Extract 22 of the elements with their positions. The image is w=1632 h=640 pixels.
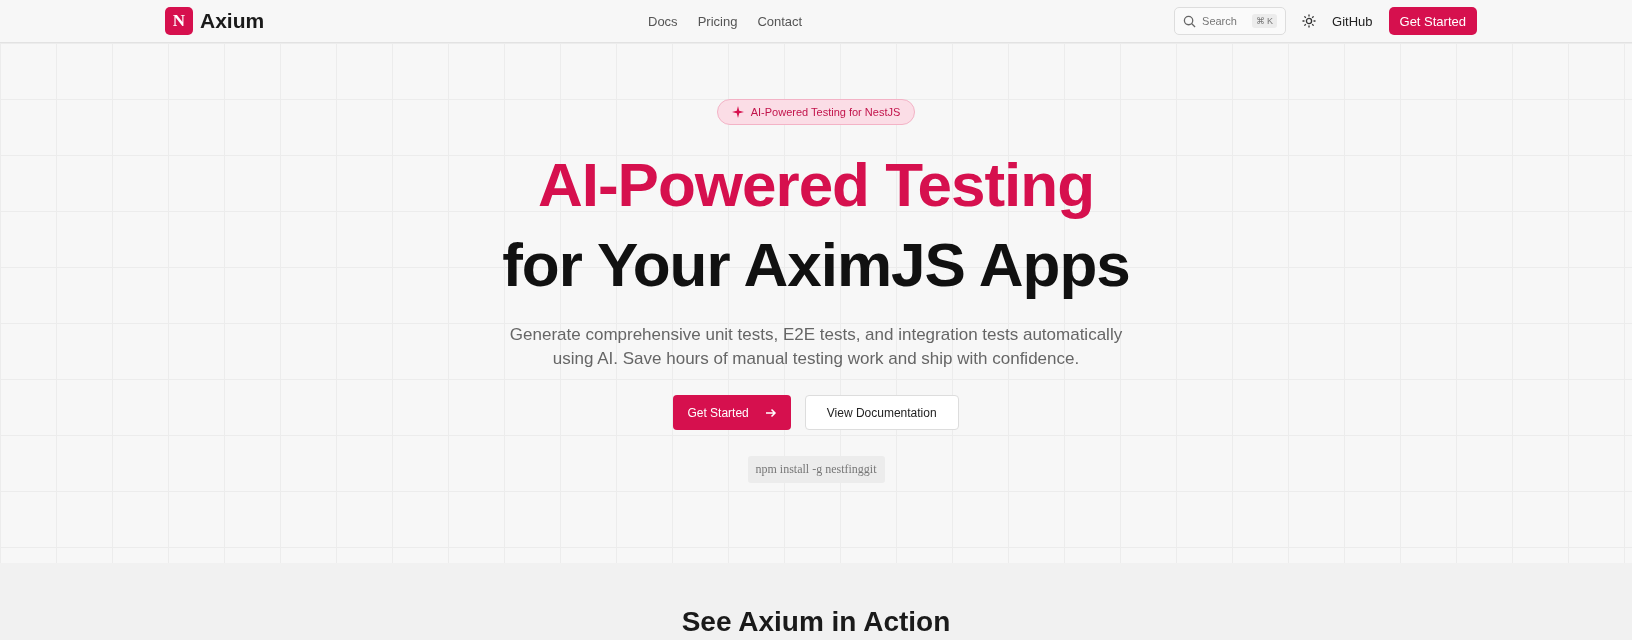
search-placeholder: Search bbox=[1202, 15, 1238, 27]
search-field[interactable]: Search ⌘ K bbox=[1174, 7, 1287, 35]
nav-link[interactable]: Pricing bbox=[697, 13, 738, 29]
sparkle-icon bbox=[731, 106, 744, 118]
hero-title: for Your AximJS Apps bbox=[502, 229, 1130, 301]
get-started-button[interactable]: Get Started bbox=[673, 395, 791, 430]
logo-icon[interactable]: N bbox=[165, 7, 193, 35]
shortcut-hint: ⌘ K bbox=[1251, 14, 1278, 28]
brand-name: Axium bbox=[200, 9, 265, 33]
section-heading: See Axium in Action bbox=[681, 606, 951, 638]
install-command: npm install -g nestfinggit bbox=[747, 456, 885, 483]
nav-link[interactable]: Docs bbox=[648, 13, 678, 29]
sun-icon[interactable] bbox=[1302, 14, 1317, 28]
arrow-right-icon bbox=[764, 406, 777, 419]
nav-link[interactable]: Contact bbox=[757, 13, 803, 29]
search-icon bbox=[1183, 14, 1197, 28]
view-documentation-button[interactable]: View Documentation bbox=[804, 395, 959, 430]
github-link[interactable]: GitHub bbox=[1332, 13, 1373, 29]
hero-description: Generate comprehensive unit tests, E2E tests, and integration tests automatically using AI. Save hours of manual testing work and ship with confidence. bbox=[508, 324, 1124, 370]
get-started-button[interactable]: Get Started bbox=[1388, 7, 1477, 35]
hero-title: AI-Powered Testing bbox=[537, 149, 1095, 221]
announcement-badge: AI-Powered Testing for NestJS bbox=[716, 99, 916, 125]
